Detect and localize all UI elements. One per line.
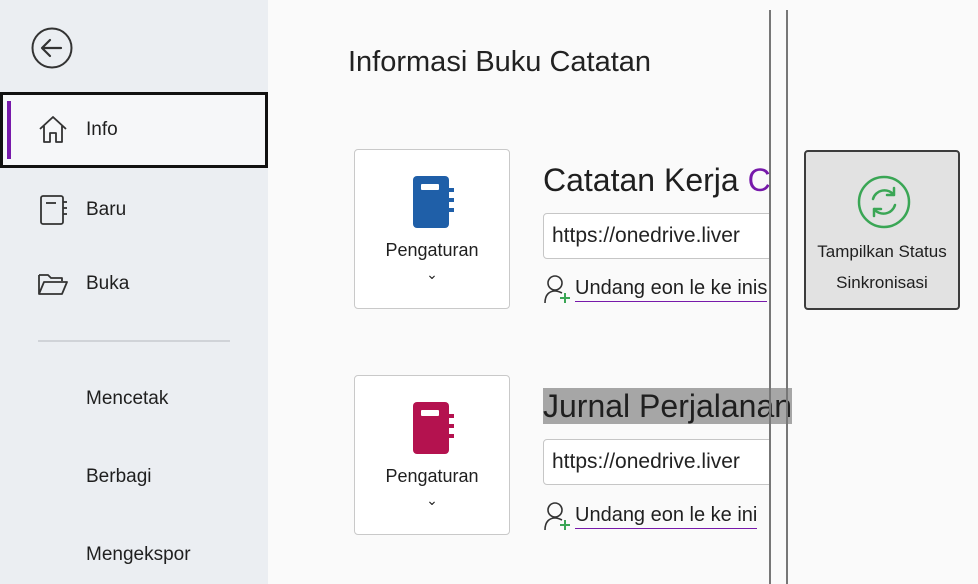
add-person-icon <box>544 502 570 531</box>
splitter-line[interactable] <box>769 10 771 584</box>
notebook-name: Jurnal Perjalanan <box>543 388 793 425</box>
show-sync-status-button[interactable]: Tampilkan Status Sinkronisasi <box>804 150 960 310</box>
invite-link[interactable]: Undang eon le ke ini <box>543 500 758 532</box>
nav-item-new[interactable]: Baru <box>0 172 268 248</box>
nav-item-open[interactable]: Buka <box>0 246 268 322</box>
splitter-line[interactable] <box>786 10 788 584</box>
sync-label-line1: Tampilkan Status <box>817 242 947 261</box>
back-arrow-icon <box>31 27 73 69</box>
folder-open-icon <box>38 274 68 295</box>
sync-icon <box>857 175 911 229</box>
nav-item-export[interactable]: Mengekspor <box>86 544 191 566</box>
invite-link[interactable]: Undang eon le ke inis <box>543 273 768 305</box>
chevron-down-icon: ⌄ <box>426 266 438 282</box>
add-person-icon <box>544 275 570 304</box>
notebook-name-suffix: C <box>747 162 771 198</box>
invite-text: Undang eon le ke inis <box>575 277 768 302</box>
invite-text: Undang eon le ke ini <box>575 504 758 529</box>
sync-label-line2: Sinkronisasi <box>836 273 928 292</box>
notebook-settings-button[interactable]: Pengaturan ⌄ <box>354 375 510 535</box>
nav-item-share[interactable]: Berbagi <box>86 466 152 488</box>
chevron-down-icon: ⌄ <box>426 492 438 508</box>
notebook-settings-button[interactable]: Pengaturan ⌄ <box>354 149 510 309</box>
settings-label: Pengaturan <box>385 240 479 260</box>
nav-item-label: Buka <box>86 273 130 294</box>
nav-item-print[interactable]: Mencetak <box>86 388 168 410</box>
settings-label: Pengaturan <box>385 466 479 486</box>
notebook-url-field[interactable]: https://onedrive.liver <box>543 439 803 485</box>
notebook-name-text: Catatan Kerja <box>543 162 739 198</box>
backstage-sidebar: Info Baru Buka Mencetak Berbagi Mengeksp… <box>0 0 268 584</box>
notebook-name: Catatan Kerja C <box>543 162 771 199</box>
sidebar-divider <box>38 340 230 342</box>
notebook-url-field[interactable]: https://onedrive.liver <box>543 213 803 259</box>
back-button[interactable] <box>30 26 74 70</box>
nav-item-info[interactable]: Info <box>0 92 268 168</box>
notebook-name-text: Jurnal Perjalanan <box>543 388 793 424</box>
page-title: Informasi Buku Catatan <box>348 46 652 78</box>
nav-item-label: Info <box>86 119 118 140</box>
notebook-icon <box>413 176 454 228</box>
home-icon <box>39 116 67 143</box>
notebook-icon <box>413 402 454 454</box>
notebook-new-icon <box>40 195 67 225</box>
nav-item-label: Baru <box>86 199 127 220</box>
